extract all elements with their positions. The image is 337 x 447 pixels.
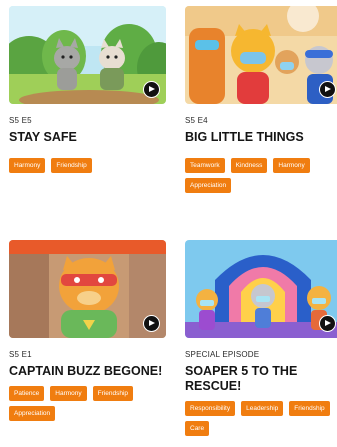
tag-friendship[interactable]: Friendship: [92, 386, 134, 401]
tag-responsibility[interactable]: Responsibility: [185, 401, 236, 416]
episode-title[interactable]: BIG LITTLE THINGS: [185, 130, 337, 145]
tag-harmony[interactable]: Harmony: [9, 158, 46, 173]
tag-list: Teamwork Kindness Harmony Appreciation: [185, 158, 337, 193]
tag-friendship[interactable]: Friendship: [51, 158, 92, 173]
episode-title[interactable]: SOAPER 5 TO THE RESCUE!: [185, 364, 337, 394]
thumbnail-image: [185, 6, 337, 104]
episode-number: S5 E1: [9, 350, 32, 359]
episode-thumbnail[interactable]: [9, 6, 166, 104]
episode-thumbnail[interactable]: [185, 240, 337, 338]
episode-number: S5 E4: [185, 116, 208, 125]
play-icon[interactable]: [319, 315, 336, 332]
play-icon[interactable]: [143, 81, 160, 98]
episode-number: S5 E5: [9, 116, 32, 125]
episode-card[interactable]: SPECIAL EPISODE SOAPER 5 TO THE RESCUE! …: [185, 240, 337, 436]
tag-teamwork[interactable]: Teamwork: [185, 158, 225, 173]
tag-kindness[interactable]: Kindness: [230, 158, 268, 173]
play-icon[interactable]: [143, 315, 160, 332]
episode-thumbnail[interactable]: [185, 6, 337, 104]
episode-title[interactable]: STAY SAFE: [9, 130, 166, 145]
tag-appreciation[interactable]: Appreciation: [185, 178, 232, 193]
episode-title[interactable]: CAPTAIN BUZZ BEGONE!: [9, 364, 166, 379]
tag-leadership[interactable]: Leadership: [241, 401, 284, 416]
tag-harmony[interactable]: Harmony: [273, 158, 310, 173]
tag-list: Patience Harmony Friendship Appreciation: [9, 386, 166, 421]
tag-friendship[interactable]: Friendship: [289, 401, 330, 416]
tag-harmony[interactable]: Harmony: [50, 386, 87, 401]
episode-thumbnail[interactable]: [9, 240, 166, 338]
tag-care[interactable]: Care: [185, 421, 210, 436]
tag-list: Responsibility Leadership Friendship Car…: [185, 401, 337, 436]
thumbnail-image: [185, 240, 337, 338]
episode-number: SPECIAL EPISODE: [185, 350, 260, 359]
tag-patience[interactable]: Patience: [9, 386, 45, 401]
episode-card[interactable]: S5 E1 CAPTAIN BUZZ BEGONE! Patience Harm…: [9, 240, 166, 421]
episode-card[interactable]: S5 E4 BIG LITTLE THINGS Teamwork Kindnes…: [185, 6, 337, 193]
play-icon[interactable]: [319, 81, 336, 98]
episode-card[interactable]: S5 E5 STAY SAFE Harmony Friendship: [9, 6, 166, 173]
tag-list: Harmony Friendship: [9, 158, 166, 173]
tag-appreciation[interactable]: Appreciation: [9, 406, 56, 421]
